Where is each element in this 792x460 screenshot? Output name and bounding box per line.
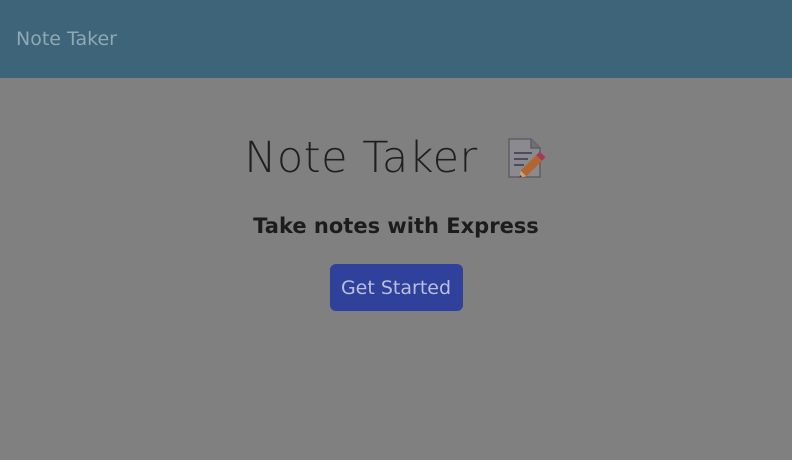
memo-pencil-icon	[502, 135, 548, 181]
button-wrapper: Get Started	[0, 264, 792, 311]
get-started-button[interactable]: Get Started	[329, 264, 463, 311]
hero-subtitle: Take notes with Express	[253, 214, 539, 238]
hero-section: Note Taker Take notes with Express Get S…	[0, 128, 792, 311]
navbar: Note Taker	[0, 0, 792, 78]
hero-title-row: Note Taker	[0, 128, 792, 188]
brand-link[interactable]: Note Taker	[16, 28, 117, 50]
hero-title: Note Taker	[244, 133, 478, 183]
